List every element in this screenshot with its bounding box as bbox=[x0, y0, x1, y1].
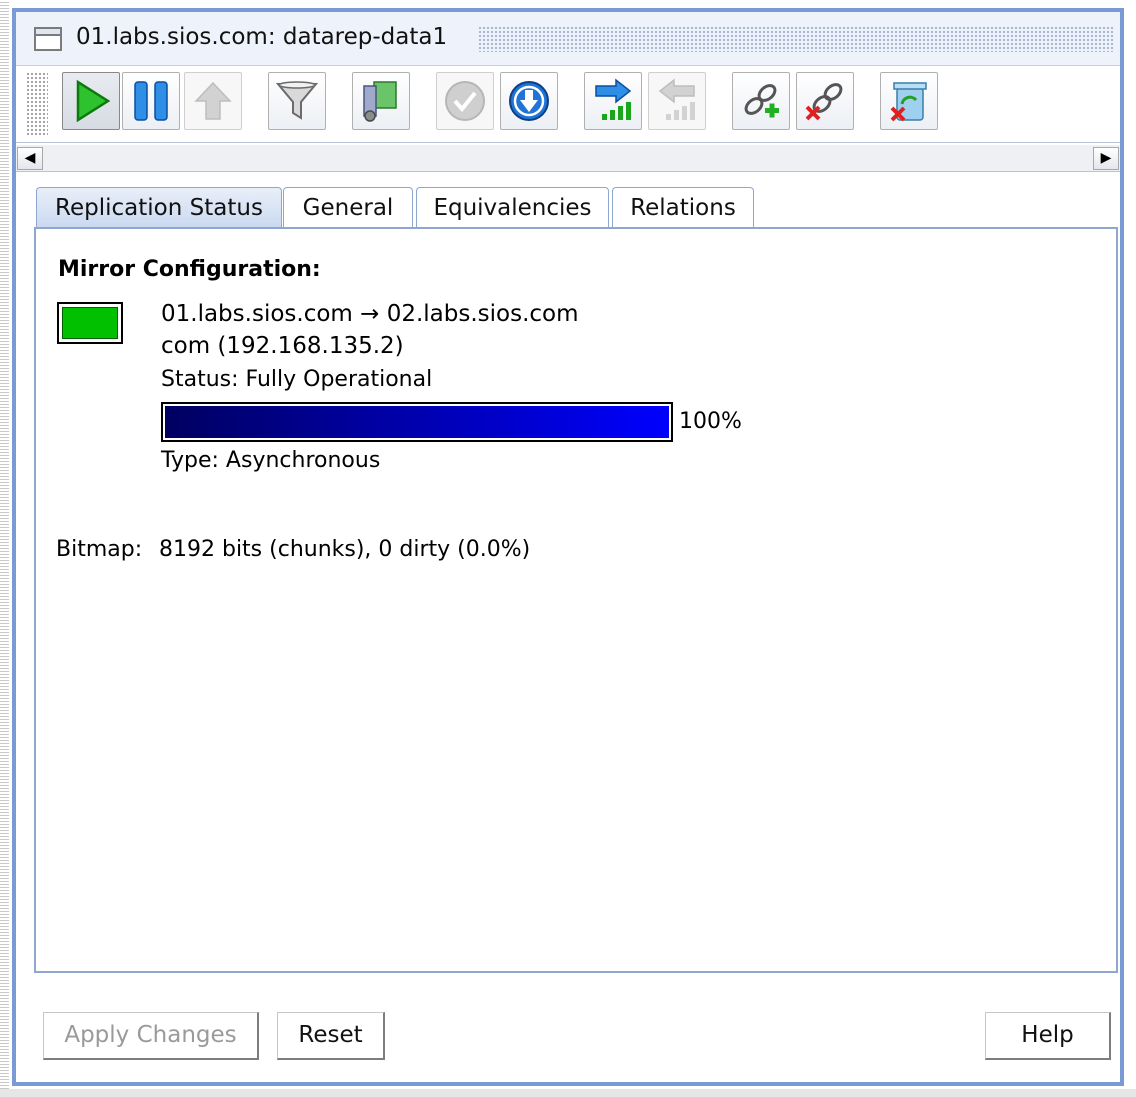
switchover-right-button[interactable] bbox=[584, 72, 642, 130]
checkmark-icon bbox=[445, 81, 485, 121]
filter-funnel-icon bbox=[275, 81, 319, 120]
add-dependency-button[interactable] bbox=[732, 72, 790, 130]
title-drag-grip[interactable] bbox=[478, 26, 1114, 52]
mirror-path: 01.labs.sios.com → 02.labs.sios.com bbox=[161, 301, 579, 327]
pause-up-button[interactable] bbox=[184, 72, 242, 130]
tab-general[interactable]: General bbox=[283, 187, 413, 229]
tab-relations[interactable]: Relations bbox=[612, 187, 754, 229]
pause-button[interactable] bbox=[122, 72, 180, 130]
toolbar-grip[interactable] bbox=[26, 72, 48, 136]
toolbar bbox=[16, 66, 1120, 143]
bitmap-label: Bitmap: bbox=[56, 537, 143, 562]
mirror-state-color bbox=[62, 307, 118, 339]
desktop-bottom-strip bbox=[0, 1089, 1136, 1097]
resync-progress-bar bbox=[161, 402, 673, 442]
tab-equivalencies[interactable]: Equivalencies bbox=[416, 187, 609, 229]
window-icon bbox=[34, 27, 62, 51]
down-arrow-circle-icon bbox=[509, 81, 549, 121]
switchover-left-button[interactable] bbox=[648, 72, 706, 130]
progress-fill bbox=[165, 406, 669, 438]
mirror-state-indicator bbox=[57, 302, 123, 344]
apply-changes-button[interactable]: Apply Changes bbox=[43, 1012, 259, 1060]
tab-replication-status[interactable]: Replication Status bbox=[36, 187, 282, 229]
mirror-status: Status: Fully Operational bbox=[161, 367, 433, 392]
down-button[interactable] bbox=[500, 72, 558, 130]
scroll-right-button[interactable]: ▶ bbox=[1093, 147, 1119, 170]
target-address: com (192.168.135.2) bbox=[161, 333, 404, 359]
delete-trash-icon bbox=[890, 82, 927, 122]
accept-button[interactable] bbox=[436, 72, 494, 130]
mirror-type: Type: Asynchronous bbox=[161, 448, 381, 473]
delete-button[interactable] bbox=[880, 72, 938, 130]
resume-button[interactable] bbox=[62, 72, 120, 130]
filter-button[interactable] bbox=[268, 72, 326, 130]
desktop-background bbox=[0, 0, 9, 1097]
bitmap-info: Bitmap: 8192 bits (chunks), 0 dirty (0.0%… bbox=[56, 535, 530, 565]
switchover-left-icon bbox=[658, 78, 695, 120]
help-button[interactable]: Help bbox=[985, 1012, 1111, 1060]
up-arrow-icon bbox=[194, 81, 232, 120]
remove-link-icon bbox=[805, 83, 843, 121]
switchover-right-icon bbox=[595, 78, 632, 120]
bitmap-value: 8192 bits (chunks), 0 dirty (0.0%) bbox=[159, 537, 531, 562]
toolbar-scrollbar[interactable]: ◀ ▶ bbox=[16, 145, 1120, 172]
resource-button[interactable] bbox=[352, 72, 410, 130]
remove-dependency-button[interactable] bbox=[796, 72, 854, 130]
replication-status-panel: Mirror Configuration: 01.labs.sios.com →… bbox=[34, 227, 1118, 973]
reset-button[interactable]: Reset bbox=[277, 1012, 385, 1060]
mirror-configuration-heading: Mirror Configuration: bbox=[58, 257, 321, 282]
scroll-left-button[interactable]: ◀ bbox=[17, 147, 43, 170]
properties-panel-window: 01.labs.sios.com: datarep-data1 ◀ ▶ Repl… bbox=[12, 8, 1124, 1086]
title-bar[interactable]: 01.labs.sios.com: datarep-data1 bbox=[16, 12, 1120, 66]
add-link-icon bbox=[744, 84, 779, 118]
resource-tree-icon bbox=[363, 81, 397, 122]
window-title: 01.labs.sios.com: datarep-data1 bbox=[76, 24, 448, 50]
pause-icon bbox=[134, 81, 168, 121]
play-resume-icon bbox=[76, 79, 111, 123]
progress-percent: 100% bbox=[679, 409, 742, 434]
